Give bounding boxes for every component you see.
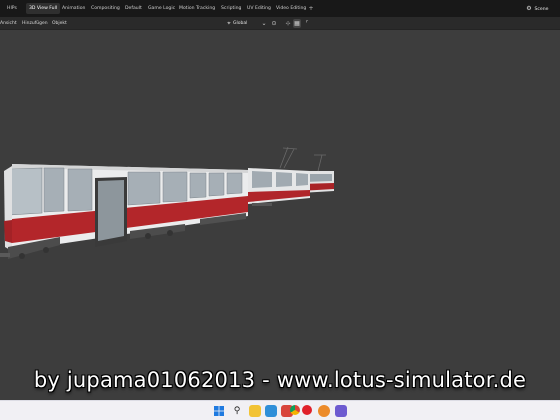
- transform-orientation-dropdown[interactable]: Global: [233, 19, 247, 28]
- scene-label: Scene: [534, 7, 549, 12]
- tram-car-middle: [248, 146, 310, 206]
- transform-orientation-icon[interactable]: ⌖: [225, 19, 233, 28]
- store-icon[interactable]: [265, 405, 277, 417]
- scene-selector[interactable]: ⚙ Scene: [525, 3, 548, 14]
- pivot-point-icon[interactable]: ⊙: [270, 19, 278, 28]
- tram-model: [0, 146, 334, 259]
- proportional-editing-icon[interactable]: ⌜: [303, 19, 311, 28]
- windows-taskbar: ⚲: [0, 400, 560, 420]
- file-explorer-icon[interactable]: [249, 405, 261, 417]
- record-icon[interactable]: [302, 405, 312, 415]
- workspace-tab-bar: HIPs 3D View Full Animation Compositing …: [0, 0, 560, 17]
- tab-compositing[interactable]: Compositing: [88, 3, 123, 14]
- tab-video-editing[interactable]: Video Editing: [273, 3, 309, 14]
- tab-animation[interactable]: Animation: [59, 3, 88, 14]
- app-icon-2[interactable]: [335, 405, 347, 417]
- 3d-viewport[interactable]: [0, 31, 560, 393]
- tram-car-front: [0, 164, 248, 259]
- viewport-header: Ansicht Hinzufügen Objekt ⌖ Global ⌄ ⊙ ⊹…: [0, 17, 560, 30]
- blender-icon[interactable]: [318, 405, 330, 417]
- menu-ansicht[interactable]: Ansicht: [0, 19, 17, 28]
- windows-start-icon[interactable]: [213, 405, 225, 417]
- menu-hinzufuegen[interactable]: Hinzufügen: [22, 19, 48, 28]
- snap-target-icon[interactable]: ▦: [293, 19, 301, 28]
- scene-icon: ⚙: [526, 5, 532, 12]
- snap-icon[interactable]: ⊹: [284, 19, 292, 28]
- tab-hips[interactable]: HIPs: [4, 3, 20, 14]
- tab-uv-editing[interactable]: UV Editing: [244, 3, 274, 14]
- tab-3d-view-full[interactable]: 3D View Full: [26, 3, 61, 14]
- watermark-text: by jupama01062013 - www.lotus-simulator.…: [33, 368, 527, 392]
- search-icon[interactable]: ⚲: [231, 405, 243, 417]
- chevron-down-icon[interactable]: ⌄: [260, 19, 268, 28]
- orientation-label: Global: [233, 21, 248, 26]
- tab-default[interactable]: Default: [122, 3, 145, 14]
- tab-scripting[interactable]: Scripting: [218, 3, 244, 14]
- menu-objekt[interactable]: Objekt: [52, 19, 67, 28]
- tab-game-logic[interactable]: Game Logic: [145, 3, 178, 14]
- add-workspace-button[interactable]: +: [307, 3, 315, 14]
- tab-motion-tracking[interactable]: Motion Tracking: [176, 3, 218, 14]
- chrome-icon[interactable]: [290, 405, 300, 415]
